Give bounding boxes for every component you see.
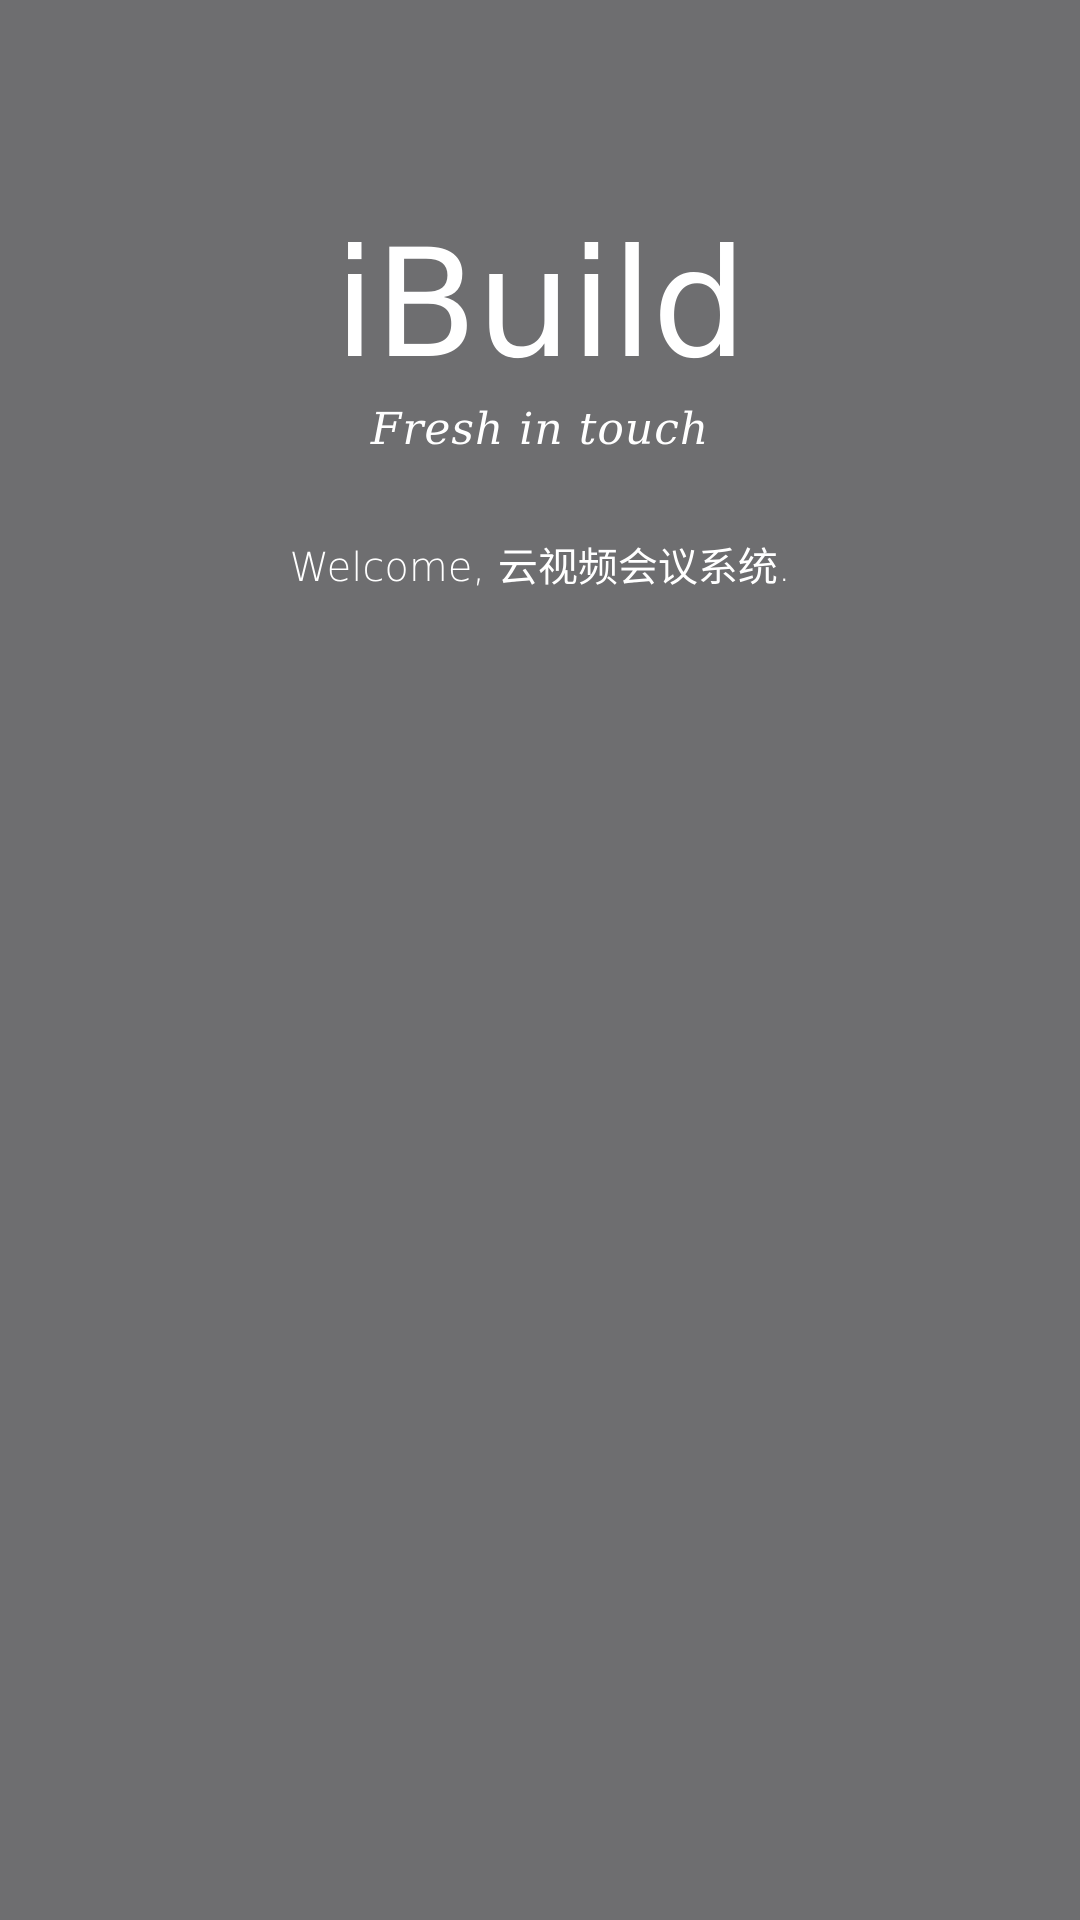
- welcome-message: Welcome, 云视频会议系统.: [289, 545, 791, 591]
- tagline: Fresh in touch: [370, 404, 710, 455]
- splash-screen: iBuild Fresh in touch Welcome, 云视频会议系统.: [0, 0, 1080, 1920]
- app-logo-text: iBuild: [333, 218, 747, 392]
